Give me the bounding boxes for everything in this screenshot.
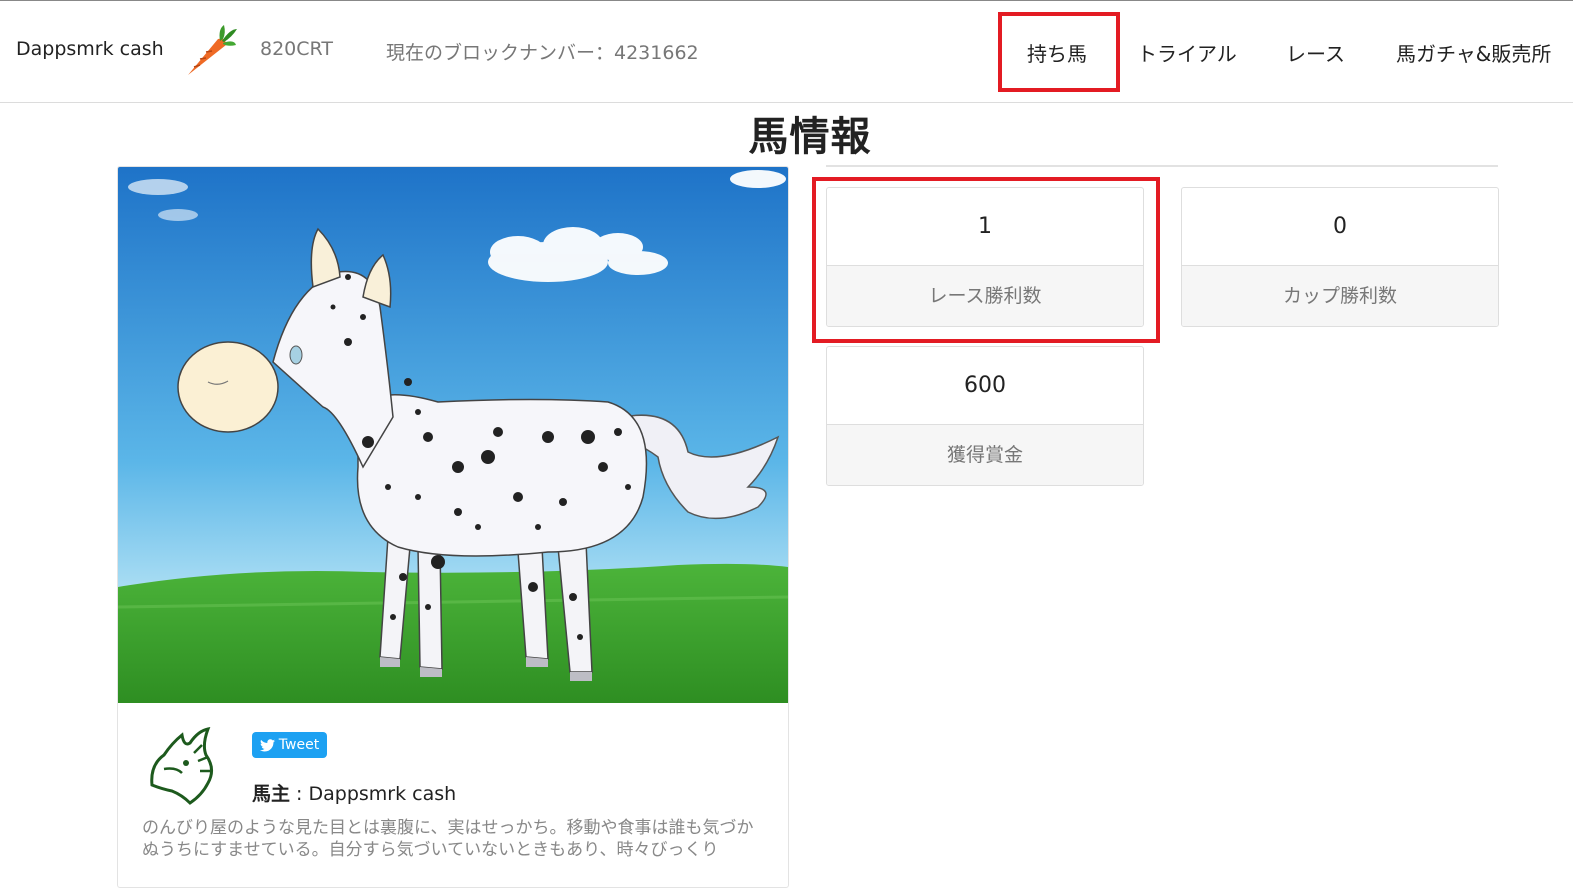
owner-prefix: 馬主	[252, 783, 291, 805]
brand-name[interactable]: Dappsmrk cash	[16, 38, 164, 60]
tweet-button[interactable]: Tweet	[252, 732, 327, 758]
stat-cup-wins: 0 カップ勝利数	[1181, 187, 1499, 327]
horse-avatar-icon	[150, 726, 213, 805]
top-navbar: Dappsmrk cash 820CRT 現在のブロックナンバー：4231662…	[0, 1, 1573, 103]
nav-trial[interactable]: トライアル	[1137, 38, 1237, 67]
horse-card: Tweet 馬主 : Dappsmrk cash のんびり屋のような見た目とは裏…	[117, 166, 789, 888]
tweet-label: Tweet	[278, 737, 320, 753]
block-number: 現在のブロックナンバー：4231662	[386, 42, 699, 64]
crt-balance: 820CRT	[260, 38, 333, 60]
stat-value: 0	[1333, 214, 1347, 239]
nav-highlight-box	[998, 12, 1120, 92]
twitter-bird-icon	[259, 738, 275, 751]
horse-image	[118, 167, 788, 703]
owner-line: 馬主 : Dappsmrk cash	[252, 779, 456, 806]
stat-label: 獲得賞金	[827, 424, 1143, 485]
stat-label: カップ勝利数	[1182, 265, 1498, 326]
stat-highlight-box	[812, 177, 1160, 343]
title-divider	[826, 165, 1498, 167]
horse-description: のんびり屋のような見た目とは裏腹に、実はせっかち。移動や食事は誰も気づかぬうちに…	[142, 818, 754, 860]
carrot-icon	[188, 25, 237, 75]
page-title: 馬情報	[748, 114, 872, 160]
nav-gacha-shop[interactable]: 馬ガチャ&販売所	[1396, 38, 1551, 67]
stat-value: 600	[964, 373, 1006, 398]
owner-name: : Dappsmrk cash	[290, 783, 457, 805]
nav-race[interactable]: レース	[1286, 38, 1345, 67]
stat-prize-money: 600 獲得賞金	[826, 346, 1144, 486]
